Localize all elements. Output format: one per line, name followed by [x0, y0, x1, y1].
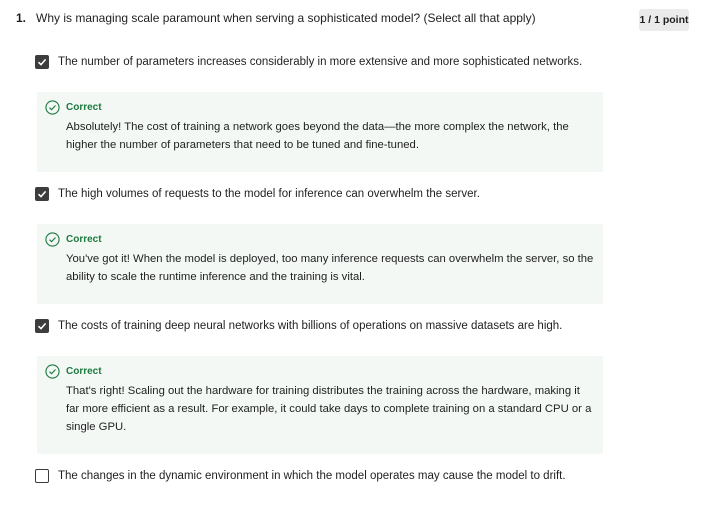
option-1-label: The number of parameters increases consi… — [58, 56, 583, 68]
quiz-question-page: 1. Why is managing scale paramount when … — [0, 0, 715, 506]
option-1-checkbox[interactable] — [35, 55, 49, 69]
checkmark-icon — [37, 322, 47, 330]
option-2-checkbox[interactable] — [35, 187, 49, 201]
option-2-label: The high volumes of requests to the mode… — [58, 188, 480, 200]
check-circle-icon — [45, 100, 60, 115]
option-1-feedback: Correct Absolutely! The cost of training… — [37, 92, 603, 172]
feedback-status: Correct — [66, 234, 102, 245]
answer-option-2[interactable]: The high volumes of requests to the mode… — [35, 185, 635, 203]
option-3-feedback: Correct That's right! Scaling out the ha… — [37, 356, 603, 454]
option-3-label: The costs of training deep neural networ… — [58, 320, 563, 332]
check-circle-icon — [45, 364, 60, 379]
option-4-checkbox[interactable] — [35, 469, 49, 483]
feedback-text: That's right! Scaling out the hardware f… — [66, 385, 592, 433]
option-2-feedback: Correct You've got it! When the model is… — [37, 224, 603, 304]
option-4-label: The changes in the dynamic environment i… — [58, 470, 566, 482]
answer-option-3[interactable]: The costs of training deep neural networ… — [35, 317, 635, 335]
question-number: 1. — [16, 11, 27, 25]
question-text: Why is managing scale paramount when ser… — [36, 11, 536, 25]
feedback-text: Absolutely! The cost of training a netwo… — [66, 121, 569, 151]
check-circle-icon — [45, 232, 60, 247]
feedback-status: Correct — [66, 102, 102, 113]
answer-option-1[interactable]: The number of parameters increases consi… — [35, 53, 635, 71]
feedback-status: Correct — [66, 366, 102, 377]
option-3-checkbox[interactable] — [35, 319, 49, 333]
checkmark-icon — [37, 58, 47, 66]
feedback-text: You've got it! When the model is deploye… — [66, 253, 594, 283]
checkmark-icon — [37, 190, 47, 198]
answer-option-4[interactable]: The changes in the dynamic environment i… — [35, 467, 635, 485]
score-badge: 1 / 1 point — [639, 9, 689, 31]
